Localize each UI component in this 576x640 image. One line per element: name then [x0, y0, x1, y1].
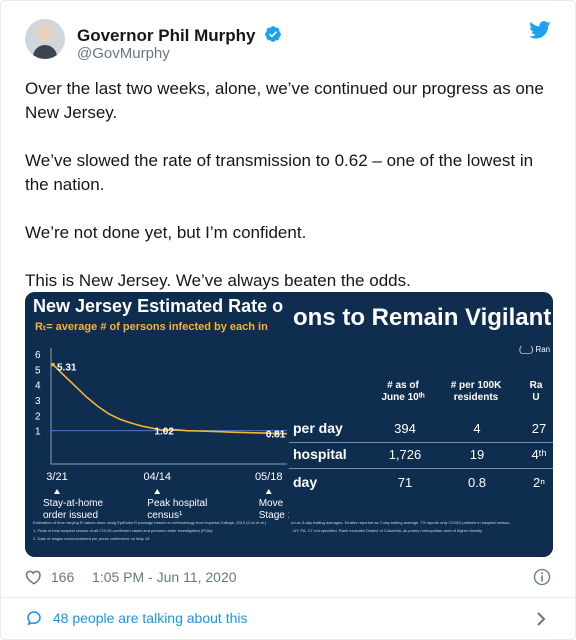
event-marker	[265, 489, 272, 494]
event-label: Peak hospital	[147, 498, 207, 509]
row-value: 394	[394, 421, 416, 436]
info-icon[interactable]	[533, 568, 551, 586]
tweet-paragraph: We’re not done yet, but I’m confident.	[25, 223, 307, 242]
tweet-paragraph: Over the last two weeks, alone, we’ve co…	[25, 79, 544, 122]
row-value: 1,726	[388, 447, 422, 462]
event-label: Stay-at-home	[43, 498, 103, 509]
divider	[1, 597, 576, 598]
row-value: 2ⁿ	[533, 475, 545, 490]
table-row: hospital 1,726 19 4ᵗʰ	[289, 442, 553, 468]
data-label: 5.31	[57, 363, 77, 374]
tweet-paragraph: This is New Jersey. We’ve always beaten …	[25, 271, 411, 290]
y-tick-label: 3	[35, 396, 41, 407]
tweet-media[interactable]: New Jersey Estimated Rate o Rₜ= average …	[25, 292, 553, 557]
author-name-row[interactable]: Governor Phil Murphy	[77, 23, 282, 46]
row-value: 4ᵗʰ	[531, 447, 547, 462]
table-header-text: # per 100K residents	[450, 380, 502, 403]
slide-title: ons to Remain Vigilant	[293, 304, 552, 331]
y-tick-label: 4	[35, 381, 41, 392]
twitter-bird-icon[interactable]	[529, 21, 551, 39]
x-tick-label: 3/21	[46, 471, 67, 483]
table-header-text: Ra U	[529, 380, 543, 403]
table-header: # per 100K residents	[445, 380, 507, 404]
table-header: # as of June 10ᵗʰ	[373, 380, 433, 404]
like-count[interactable]: 166	[51, 569, 74, 585]
footnote-text: , NY, PA, CT not specified. Rank exclude…	[291, 528, 482, 533]
footnote-text: Estimation of time varying R values done…	[33, 520, 267, 525]
event-marker	[154, 489, 161, 494]
chevron-right-icon[interactable]	[535, 611, 547, 627]
author-name[interactable]: Governor Phil Murphy	[77, 26, 256, 45]
row-divider	[289, 468, 553, 469]
rt-line-chart: 6543215.311.02 0.813/21Stay-at-homeorder …	[35, 348, 289, 521]
tweet-meta: 166 1:05 PM - Jun 11, 2020	[25, 568, 237, 590]
table-header-text: # as of June 10ᵗʰ	[381, 380, 425, 403]
row-value: 19	[469, 447, 485, 462]
heart-icon[interactable]	[25, 568, 43, 586]
media-image-chart-slide[interactable]: New Jersey Estimated Rate o Rₜ= average …	[25, 292, 289, 557]
footnote-text: ed as 3-day trailing averages. Deaths re…	[291, 520, 511, 525]
row-value: 0.8	[467, 475, 487, 490]
y-tick-label: 6	[35, 350, 41, 361]
tweet-header: Governor Phil Murphy @GovMurphy	[25, 17, 555, 67]
series-line	[52, 364, 288, 435]
x-tick-label: 04/14	[144, 471, 172, 483]
author-handle[interactable]: @GovMurphy	[77, 45, 170, 62]
footnote-text: 2. Date of stages announcement per press…	[33, 536, 150, 541]
data-label: 1.02	[154, 426, 174, 437]
row-label: per day	[293, 420, 343, 436]
table-row: per day 394 4 27	[289, 416, 553, 442]
y-tick-label: 1	[35, 427, 41, 438]
x-tick-label: 05/18	[255, 471, 283, 483]
avatar[interactable]	[25, 19, 65, 59]
data-point	[51, 362, 55, 367]
row-value: 27	[531, 421, 547, 436]
rank-note: (__) Ran	[519, 345, 551, 354]
row-value: 71	[397, 475, 413, 490]
tweet-card: Governor Phil Murphy @GovMurphy Over the…	[0, 0, 576, 640]
data-label: 0.81	[266, 430, 286, 441]
verified-badge-icon	[265, 26, 282, 42]
table-row: day 71 0.8 2ⁿ	[289, 470, 553, 496]
conversation-link[interactable]: 48 people are talking about this	[25, 609, 247, 627]
conversation-count[interactable]: 48 people are talking about this	[53, 610, 248, 626]
row-label: hospital	[293, 446, 347, 462]
media-image-table-slide[interactable]: ons to Remain Vigilant (__) Ran # as of …	[289, 292, 553, 557]
table-header: Ra U	[521, 380, 551, 404]
y-tick-label: 2	[35, 411, 41, 422]
chat-bubble-icon	[27, 611, 41, 626]
row-label: day	[293, 474, 318, 490]
tweet-timestamp[interactable]: 1:05 PM - Jun 11, 2020	[92, 569, 237, 585]
tweet-text: Over the last two weeks, alone, we’ve co…	[25, 77, 555, 317]
tweet-paragraph: We’ve slowed the rate of transmission to…	[25, 151, 534, 194]
row-value: 4	[473, 421, 481, 436]
footnote-text: 1. Peak of total hospital census of all …	[33, 528, 213, 533]
event-label: Move	[259, 498, 284, 509]
event-marker	[54, 489, 60, 494]
y-tick-label: 5	[35, 365, 41, 376]
